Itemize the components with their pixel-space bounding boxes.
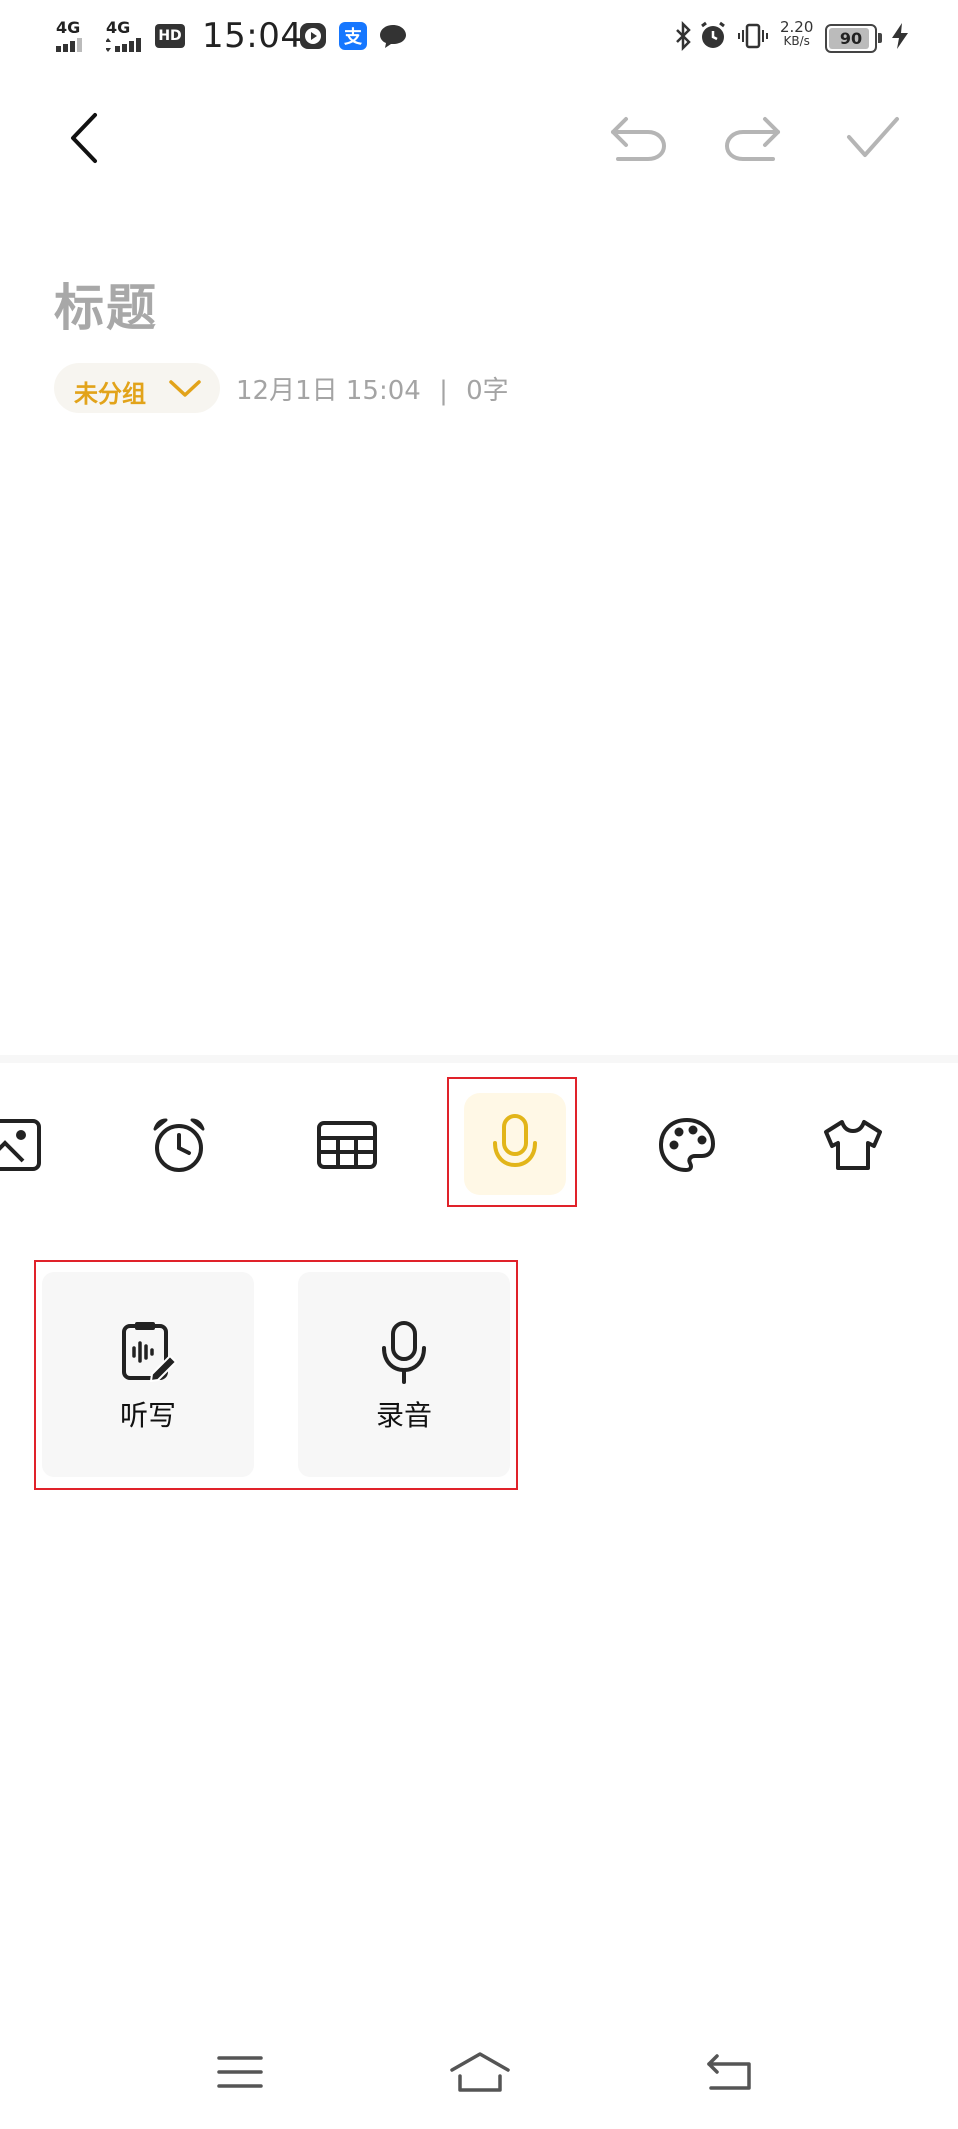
highlight-voice-tool <box>447 1077 577 1207</box>
note-body-editor[interactable] <box>0 440 958 1050</box>
signal-1-label: 4G <box>56 18 81 37</box>
system-home-button[interactable] <box>440 2040 520 2104</box>
alarm-clock-icon <box>153 1118 205 1172</box>
tshirt-icon <box>824 1120 882 1170</box>
signal-bars-icon <box>106 38 141 52</box>
network-speed: 2.20 KB/s <box>780 20 813 48</box>
battery-indicator: 90 <box>825 24 882 53</box>
home-icon <box>450 2052 510 2092</box>
image-icon <box>0 1119 41 1171</box>
bluetooth-icon <box>676 20 691 52</box>
toolbar-divider <box>0 1055 958 1063</box>
group-selector[interactable]: 未分组 <box>54 363 220 413</box>
redo-button[interactable] <box>718 103 788 173</box>
group-label: 未分组 <box>74 380 146 408</box>
check-icon <box>847 117 899 157</box>
skin-button[interactable] <box>798 1090 908 1200</box>
system-back-button[interactable] <box>690 2040 770 2104</box>
note-title-input[interactable]: 标题 <box>54 268 158 340</box>
clock-time: 15:04 <box>202 16 303 56</box>
svg-text:支: 支 <box>343 26 363 48</box>
reminder-button[interactable] <box>124 1090 234 1200</box>
palette-icon <box>658 1117 716 1173</box>
alipay-icon: 支 <box>339 22 367 50</box>
video-app-icon <box>300 23 326 49</box>
insert-table-button[interactable] <box>292 1090 402 1200</box>
chat-bubble-icon <box>380 25 406 48</box>
menu-icon <box>217 2056 263 2088</box>
highlight-audio-options <box>34 1260 518 1490</box>
battery-level: 90 <box>839 29 863 48</box>
signal-bars-icon <box>56 38 82 52</box>
undo-button[interactable] <box>603 103 673 173</box>
note-datetime: 12月1日 15:04 <box>236 376 421 406</box>
back-button[interactable] <box>50 103 120 173</box>
table-icon <box>317 1121 377 1169</box>
vibrate-icon <box>738 23 768 49</box>
insert-image-button[interactable] <box>0 1090 68 1200</box>
chevron-down-icon <box>169 380 201 397</box>
signal-2-label: 4G <box>106 18 131 37</box>
confirm-button[interactable] <box>838 103 908 173</box>
signal-indicator-2: 4G <box>106 20 150 52</box>
note-meta: 12月1日 15:04 | 0字 <box>236 370 509 407</box>
network-speed-unit: KB/s <box>783 34 810 48</box>
signal-indicator-1: 4G <box>56 20 96 52</box>
word-count: 0字 <box>466 376 509 406</box>
back-icon <box>707 2054 751 2090</box>
back-chevron-icon <box>71 113 97 163</box>
meta-separator: | <box>439 376 448 406</box>
alarm-icon <box>701 21 725 48</box>
status-bar: 4G 4G HD 15:04 支 2.20 KB/s 90 <box>0 0 958 74</box>
theme-color-button[interactable] <box>632 1090 742 1200</box>
charging-bolt-icon <box>892 23 908 49</box>
hd-voice-badge: HD <box>155 24 185 48</box>
undo-icon <box>611 117 667 161</box>
redo-icon <box>724 117 780 161</box>
system-menu-button[interactable] <box>200 2040 280 2104</box>
